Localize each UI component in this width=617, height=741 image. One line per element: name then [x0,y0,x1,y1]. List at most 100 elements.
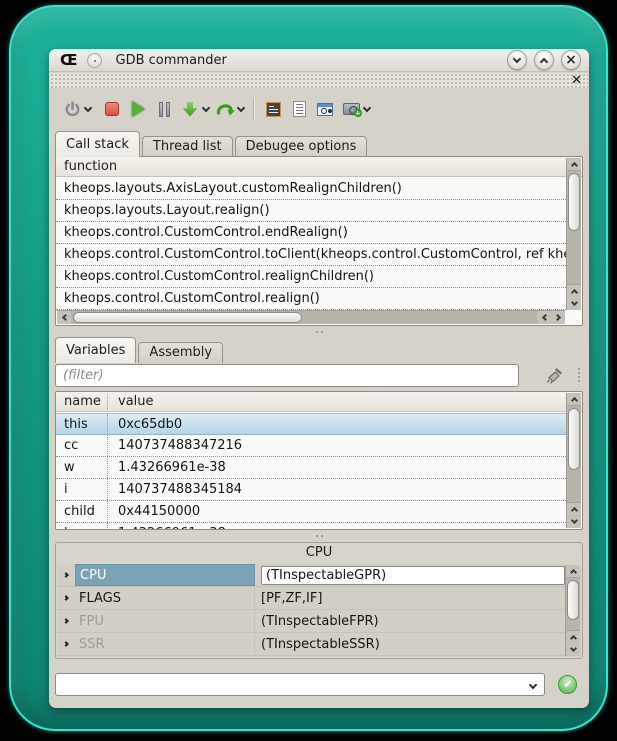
cpu-row[interactable]: FLAGS [PF,ZF,IF] [57,587,581,610]
pause-icon [159,102,170,117]
col-name: name [56,394,108,409]
output-doc-button[interactable] [289,99,309,119]
step-into-button[interactable] [180,99,200,119]
splitter-callstack-variables[interactable] [55,327,583,337]
dock-close-icon[interactable]: ✕ [571,73,582,88]
toolbar-separator [253,99,254,119]
scroll-left-icon [541,314,548,321]
stop-button[interactable] [102,99,122,119]
callstack-row[interactable]: kheops.layouts.Layout.realign() [56,200,566,222]
pause-button[interactable] [154,99,174,119]
callstack-list: function kheops.layouts.AxisLayout.custo… [55,156,583,326]
expand-chevron-icon [63,572,69,578]
scroll-right-icon [553,314,560,321]
variables-rows: this 0xc65db0 cc 140737488347216 w 1.432… [56,413,566,529]
callstack-row[interactable]: kheops.control.CustomControl.toClient(kh… [56,244,566,266]
callstack-row[interactable]: kheops.layouts.AxisLayout.customRealignC… [56,178,566,200]
scroll-up-icon [570,396,577,403]
variables-filter-row [55,363,583,388]
cpu-title: CPU [56,543,582,563]
snapshot-button[interactable] [341,99,361,119]
broom-icon [545,367,564,386]
variables-vscrollbar[interactable] [566,393,581,528]
col-value: value [108,394,154,409]
step-into-dropdown-icon[interactable] [202,103,210,111]
variable-row[interactable]: i 140737488345184 [56,479,566,501]
tab-debugee-options[interactable]: Debugee options [235,136,368,157]
callstack-tabs: Call stack Thread list Debugee options [55,131,583,157]
variable-row[interactable]: b 1.43266961e-38 [56,523,566,529]
variable-row[interactable]: w 1.43266961e-38 [56,457,566,479]
clear-filter-button[interactable] [543,365,565,387]
chevron-down-icon [513,55,521,63]
step-over-dropdown-icon[interactable] [237,103,245,111]
step-into-icon [183,102,198,117]
filter-input[interactable] [55,364,519,387]
camera-add-icon [343,103,360,115]
options-round-button[interactable] [87,53,102,68]
tab-thread-list[interactable]: Thread list [142,136,233,157]
cpu-groupbox: CPU CPU (TInspectableGPR) FLAGS [55,542,583,659]
snapshot-dropdown-icon[interactable] [363,103,371,111]
watch-window-button[interactable] [315,99,335,119]
power-button[interactable] [62,99,82,119]
run-icon [132,101,145,117]
step-over-button[interactable] [215,99,235,119]
cpu-row[interactable]: FPU (TInspectableFPR) [57,610,581,633]
scroll-down-icon [570,299,577,306]
cpu-rows: CPU (TInspectableGPR) FLAGS [PF,ZF,IF] F [57,564,581,656]
stop-icon [105,102,119,116]
callstack-row[interactable]: kheops.control.CustomControl.endRealign(… [56,222,566,244]
check-icon [564,679,571,686]
splitter-variables-cpu[interactable] [55,531,583,541]
scroll-left-icon [61,314,68,321]
app-logo-icon: Œ [60,53,78,68]
variable-row[interactable]: cc 140737488347216 [56,435,566,457]
filter-grip [577,367,581,383]
callstack-hscrollbar[interactable] [57,310,565,324]
tab-variables[interactable]: Variables [55,337,136,363]
combo-dropdown-icon[interactable] [529,681,537,689]
scroll-up-icon [569,634,576,641]
scroll-down-icon [569,645,576,652]
callstack-vscrollbar[interactable] [566,158,581,310]
send-command-button[interactable] [558,675,577,694]
gdb-command-combobox[interactable] [55,673,545,696]
shade-button[interactable] [507,50,527,70]
variable-row[interactable]: child 0x44150000 [56,501,566,523]
window-title: GDB commander [116,53,227,68]
close-icon: × [565,53,577,67]
memory-chip-icon [266,102,281,117]
callstack-hscroll-thumb[interactable] [73,312,302,323]
cpu-vscrollbar[interactable] [565,565,580,656]
chevron-up-icon [540,57,548,65]
document-icon [293,101,306,117]
dock-handle[interactable]: ✕ [50,73,588,88]
variable-row[interactable]: this 0xc65db0 [56,413,566,435]
expand-chevron-icon [63,618,69,624]
callstack-row[interactable]: kheops.control.CustomControl.realign() [56,288,566,310]
cpu-vscroll-thumb[interactable] [567,580,579,620]
variables-header[interactable]: name value [56,392,582,412]
scroll-up-icon [570,161,577,168]
run-button[interactable] [128,99,148,119]
callstack-column-header[interactable]: function [56,157,582,177]
variables-vscroll-thumb[interactable] [568,408,580,470]
callstack-vscroll-thumb[interactable] [568,173,580,231]
gdb-command-input[interactable] [60,675,520,694]
callstack-row[interactable]: kheops.control.CustomControl.realignChil… [56,266,566,288]
expand-chevron-icon [63,641,69,647]
cpu-row[interactable]: SSR (TInspectableSSR) [57,633,581,656]
titlebar[interactable]: Œ GDB commander × [49,49,589,72]
debug-toolbar [49,93,589,125]
tab-assembly[interactable]: Assembly [138,342,223,363]
callstack-rows: kheops.layouts.AxisLayout.customRealignC… [56,178,566,310]
unshade-button[interactable] [534,50,554,70]
power-dropdown-icon[interactable] [84,103,92,111]
titlebar-buttons: × [507,50,581,70]
tab-call-stack[interactable]: Call stack [55,131,140,157]
scroll-up-icon [570,288,577,295]
memory-view-button[interactable] [263,99,283,119]
cpu-row[interactable]: CPU (TInspectableGPR) [57,564,581,587]
close-button[interactable]: × [561,50,581,70]
